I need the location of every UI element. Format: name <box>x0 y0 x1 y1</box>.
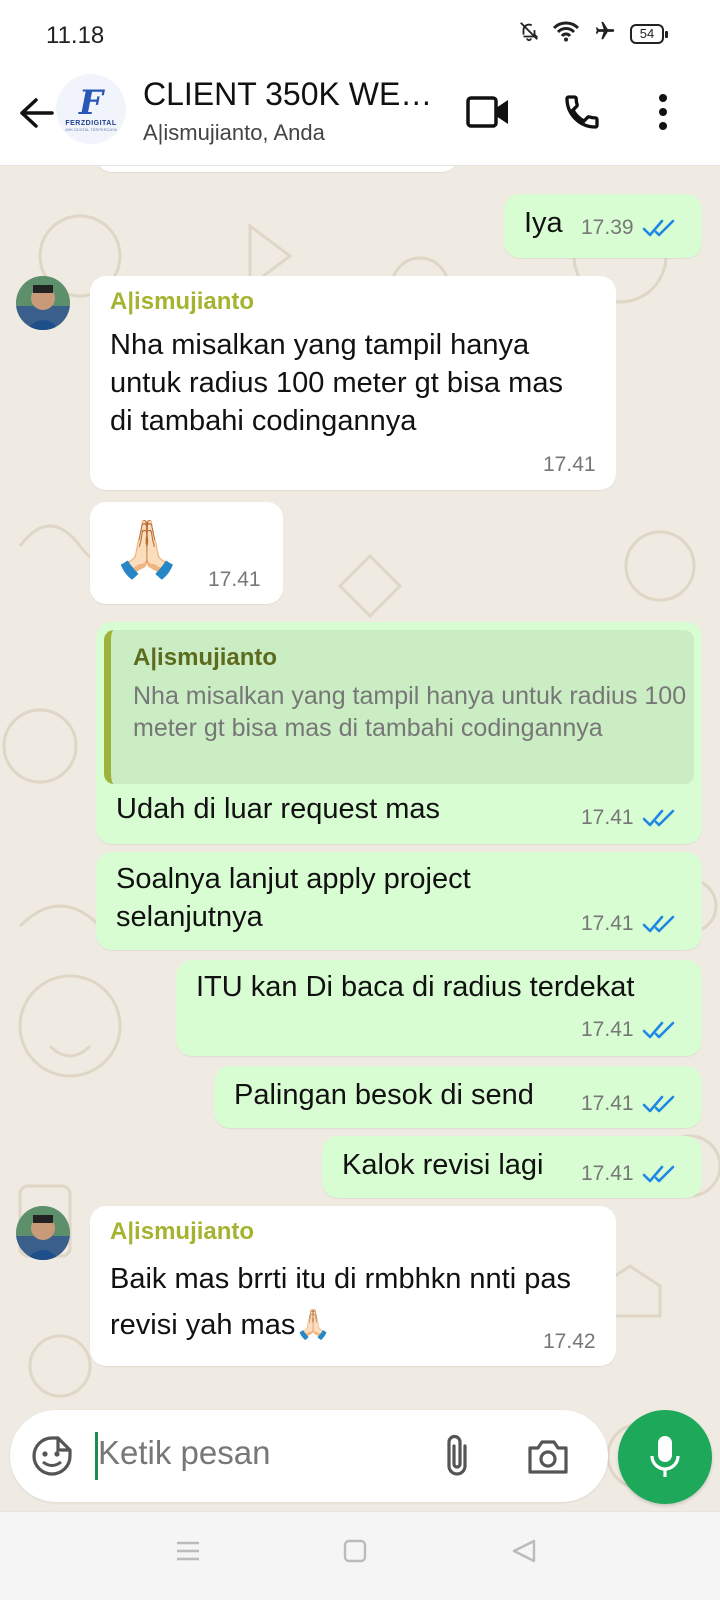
message-meta: 17.41 <box>208 568 261 592</box>
back-triangle-icon <box>512 1539 536 1563</box>
chat-messages[interactable]: Iya 17.39 A|ismujianto Nha misalkan yang… <box>0 166 720 1511</box>
emoji-message: 🙏🏻 <box>112 517 182 580</box>
status-icons: 54 <box>518 20 668 47</box>
message-meta: 17.41 <box>581 1092 676 1116</box>
nav-back-button[interactable] <box>510 1538 538 1569</box>
read-ticks-icon <box>642 1095 674 1113</box>
user-avatar-icon <box>16 276 70 330</box>
message-meta: 17.39 <box>581 216 676 240</box>
message-bubble-incoming[interactable]: A|ismujianto Baik mas brrti itu di rmbhk… <box>90 1206 616 1366</box>
attach-button[interactable] <box>442 1432 472 1485</box>
camera-button[interactable] <box>526 1436 570 1481</box>
chat-header: F FERZDIGITAL ASK DIGITAL TERPERCAYA CLI… <box>0 68 720 166</box>
read-ticks-icon <box>642 915 674 933</box>
airplane-icon <box>592 20 618 47</box>
group-avatar[interactable]: F FERZDIGITAL ASK DIGITAL TERPERCAYA <box>56 74 126 144</box>
message-text: Nha misalkan yang tampil hanya untuk rad… <box>110 329 563 437</box>
message-bubble-outgoing[interactable]: Kalok revisi lagi 17.41 <box>322 1136 702 1198</box>
user-avatar-icon <box>16 1206 70 1260</box>
quoted-text: Nha misalkan yang tampil hanya untuk rad… <box>133 682 687 742</box>
logo-tagline: ASK DIGITAL TERPERCAYA <box>65 127 117 132</box>
status-time: 11.18 <box>46 22 105 49</box>
sender-name: A|ismujianto <box>110 288 255 315</box>
quoted-message[interactable]: A|ismujianto Nha misalkan yang tampil ha… <box>104 630 694 784</box>
menu-icon <box>177 1541 199 1561</box>
message-time: 17.42 <box>543 1330 596 1353</box>
sender-name: A|ismujianto <box>110 1218 255 1245</box>
message-meta: 17.41 <box>581 1162 676 1186</box>
chat-title[interactable]: CLIENT 350K WEB... <box>143 76 448 113</box>
sender-avatar[interactable] <box>16 276 70 330</box>
emoji-button[interactable] <box>30 1434 74 1483</box>
back-button[interactable] <box>12 88 60 138</box>
message-meta: 17.41 <box>581 1018 676 1042</box>
message-text: Soalnya lanjut apply project selanjutnya <box>116 863 471 933</box>
logo-name: FERZDIGITAL <box>65 120 117 127</box>
home-square-icon <box>343 1539 367 1563</box>
message-meta: 17.41 <box>543 453 596 477</box>
message-bubble-outgoing[interactable]: Soalnya lanjut apply project selanjutnya… <box>96 852 702 950</box>
attach-icon <box>447 1434 467 1476</box>
message-time: 17.41 <box>581 1092 634 1115</box>
message-time: 17.39 <box>581 216 634 239</box>
camera-icon <box>528 1440 568 1474</box>
message-composer[interactable]: Ketik pesan <box>10 1410 608 1502</box>
battery-icon: 54 <box>630 23 668 44</box>
more-options-button[interactable] <box>648 90 678 134</box>
read-ticks-icon <box>642 219 674 237</box>
status-bar: 11.18 54 <box>0 0 720 68</box>
message-time: 17.41 <box>581 1018 634 1041</box>
message-input[interactable]: Ketik pesan <box>98 1434 270 1472</box>
message-time: 17.41 <box>581 912 634 935</box>
message-text: Udah di luar request mas <box>116 793 440 825</box>
nav-menu-button[interactable] <box>174 1538 202 1569</box>
message-text: Kalok revisi lagi <box>342 1149 544 1181</box>
chat-participants[interactable]: A|ismujianto, Anda <box>143 120 325 146</box>
mute-bell-icon <box>518 20 540 47</box>
voice-record-button[interactable] <box>618 1410 712 1504</box>
read-ticks-icon <box>642 1021 674 1039</box>
nav-home-button[interactable] <box>342 1538 368 1569</box>
message-bubble-outgoing[interactable]: ITU kan Di baca di radius terdekat 17.41 <box>176 960 702 1056</box>
message-text: Palingan besok di send <box>234 1079 534 1111</box>
message-text: Baik mas brrti itu di rmbhkn nnti pas re… <box>110 1263 571 1341</box>
message-text: Iya <box>524 207 563 239</box>
read-ticks-icon <box>642 809 674 827</box>
wifi-icon <box>552 20 580 47</box>
read-ticks-icon <box>642 1165 674 1183</box>
message-time: 17.41 <box>208 568 261 591</box>
message-meta: 17.41 <box>581 912 676 936</box>
message-bubble-incoming[interactable]: 🙏🏻 17.41 <box>90 502 283 604</box>
more-vert-icon <box>659 94 667 130</box>
message-meta: 17.41 <box>581 806 676 830</box>
phone-icon <box>565 95 599 129</box>
video-call-button[interactable] <box>466 90 510 134</box>
message-text: ITU kan Di baca di radius terdekat <box>196 971 635 1003</box>
sender-avatar[interactable] <box>16 1206 70 1260</box>
mic-icon <box>650 1436 680 1477</box>
previous-message-bubble[interactable] <box>96 166 458 172</box>
quoted-sender: A|ismujianto <box>133 644 278 671</box>
message-time: 17.41 <box>581 1162 634 1185</box>
logo-letter: F <box>78 83 104 123</box>
back-arrow-icon <box>20 98 54 128</box>
system-navigation-bar <box>0 1512 720 1600</box>
emoji-sticker-icon <box>32 1436 72 1476</box>
message-time: 17.41 <box>581 806 634 829</box>
voice-call-button[interactable] <box>560 90 604 134</box>
message-bubble-outgoing[interactable]: Iya 17.39 <box>504 194 702 258</box>
message-time: 17.41 <box>543 453 596 476</box>
message-bubble-outgoing[interactable]: Palingan besok di send 17.41 <box>214 1066 702 1128</box>
message-bubble-incoming[interactable]: A|ismujianto Nha misalkan yang tampil ha… <box>90 276 616 490</box>
message-meta: 17.42 <box>543 1330 596 1354</box>
message-bubble-outgoing-reply[interactable]: A|ismujianto Nha misalkan yang tampil ha… <box>96 622 702 844</box>
video-call-icon <box>466 96 508 128</box>
